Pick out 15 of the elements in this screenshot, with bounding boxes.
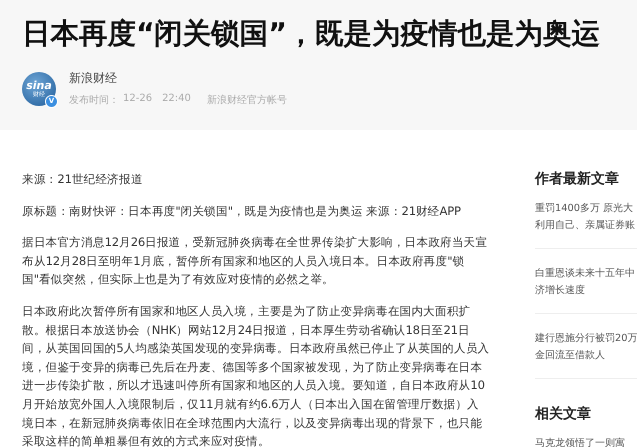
article-link[interactable]: 建行恩施分行被罚20万 金回流至借款人	[535, 330, 637, 364]
article-link[interactable]: 白重恩谈未来十五年中 济增长速度	[535, 265, 637, 299]
article-paragraph: 来源：21世纪经济报道	[22, 171, 144, 188]
author-name[interactable]: 新浪财经	[69, 70, 287, 87]
article-link[interactable]: 重罚1400多万 原光大 利用自己、亲属证券账	[535, 200, 637, 234]
account-label: 新浪财经官方帐号	[206, 94, 287, 107]
publish-time: 22:40	[162, 93, 191, 106]
article-title: 日本再度“闭关锁国”，既是为疫情也是为奥运	[22, 16, 601, 52]
article-paragraph: 据日本官方消息12月26日报道，受新冠肺炎病毒在全世界传染扩大影响，日本政府当天宣布从12月28日至明年1月底，暂停所有国家和地区的人员入境日本。日本政府再度"锁国"看似突然，但实际上也是为了有效应对疫情的必然之举。	[22, 234, 488, 288]
publish-label: 发布时间：	[69, 94, 119, 107]
publish-date: 12-26	[123, 93, 152, 106]
section-heading: 相关文章	[535, 405, 592, 423]
article-paragraph: 日本政府此次暂停所有国家和地区人员入境，主要是为了防止变异病毒在国内大面积扩散。根据日本放送协会（NHK）网站12月24日报道，日本厚生劳动省确认18日至21日间，从英国回国的5人均感染英国发现的变异病毒。日本政府虽然已停止了从英国的人员入境，但鉴于变异的病毒已先后在丹麦、德国等多个国家被发现，为了防止变异病毒在日本进一步传染扩散，所以才迅速叫停所有国家和地区的人员入境。要知道，自日本政府从10月开始放宽外国人入境限制后，仅11月就有约6.6万人（日本出入国在留管理厅数据）入境日本，在新冠肺炎病毒依旧在全球范围内大流行，以及变异病毒出现的背景下，也只能采取这样的简单粗暴但有效的方式来应对疫情。	[22, 302, 490, 447]
article-paragraph: 原标题：南财快评：日本再度"闭关锁国"，既是为疫情也是为奥运 来源：21财经APP	[22, 202, 462, 220]
section-heading: 作者最新文章	[535, 170, 620, 188]
